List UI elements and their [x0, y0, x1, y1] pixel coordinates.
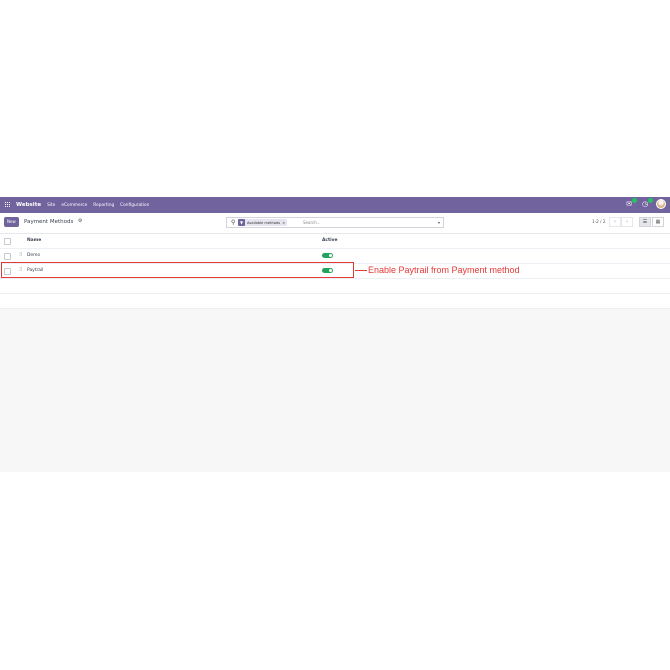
pager-value[interactable]: 1-2 / 2 [592, 219, 606, 224]
new-button[interactable]: New [4, 217, 19, 227]
nav-item-configuration[interactable]: Configuration [120, 203, 149, 208]
facet-label: Available methods [247, 220, 281, 225]
column-header-active[interactable]: Active [322, 238, 337, 243]
kanban-view-icon[interactable]: ▦ [652, 217, 664, 227]
active-toggle[interactable] [322, 253, 333, 258]
select-all-checkbox[interactable] [4, 238, 11, 245]
control-panel: New Payment Methods ⚙ ⚲ ▼ Available meth… [0, 213, 670, 234]
chat-badge [632, 198, 637, 203]
pager-buttons: ‹ › [609, 217, 633, 227]
column-header-name[interactable]: Name [27, 238, 41, 243]
activity-clock-icon[interactable]: ◷ [640, 198, 653, 209]
top-navbar: Website Site eCommerce Reporting Configu… [0, 197, 670, 213]
search-bar[interactable]: ⚲ ▼ Available methods × ▾ [226, 217, 444, 228]
annotation-text: Enable Paytrail from Payment method [368, 265, 520, 275]
search-icon[interactable]: ⚲ [231, 219, 235, 226]
apps-grid-icon[interactable] [5, 202, 11, 208]
nav-item-ecommerce[interactable]: eCommerce [61, 203, 87, 208]
activity-badge [648, 198, 653, 203]
nav-item-site[interactable]: Site [47, 203, 55, 208]
nav-brand[interactable]: Website [16, 202, 41, 208]
annotation-pointer-line [355, 270, 367, 271]
odoo-app-window: Website Site eCommerce Reporting Configu… [0, 197, 670, 472]
pager-next-icon[interactable]: › [621, 217, 633, 227]
filter-icon: ▼ [238, 219, 245, 226]
search-facet: ▼ Available methods × [238, 219, 288, 226]
pager-prev-icon[interactable]: ‹ [609, 217, 621, 227]
chat-icon[interactable]: ✉ [624, 198, 637, 209]
annotation-highlight-box [1, 262, 354, 278]
row-name: Demo [27, 253, 41, 258]
search-input[interactable] [303, 219, 423, 226]
empty-row [0, 279, 670, 294]
row-checkbox[interactable] [4, 253, 11, 260]
nav-item-reporting[interactable]: Reporting [93, 203, 114, 208]
list-header-row: Name Active [0, 234, 670, 249]
empty-row [0, 294, 670, 309]
facet-remove-icon[interactable]: × [282, 220, 287, 225]
user-avatar[interactable]: ☻ [656, 199, 666, 209]
search-options-caret-icon[interactable]: ▾ [438, 220, 440, 225]
list-view-icon[interactable]: ☰ [639, 217, 651, 227]
gear-icon[interactable]: ⚙ [78, 218, 82, 224]
page-title: Payment Methods [24, 219, 74, 225]
drag-handle-icon[interactable]: ⠿ [19, 252, 23, 258]
navbar-systray: ✉ ◷ ☻ [624, 198, 666, 209]
